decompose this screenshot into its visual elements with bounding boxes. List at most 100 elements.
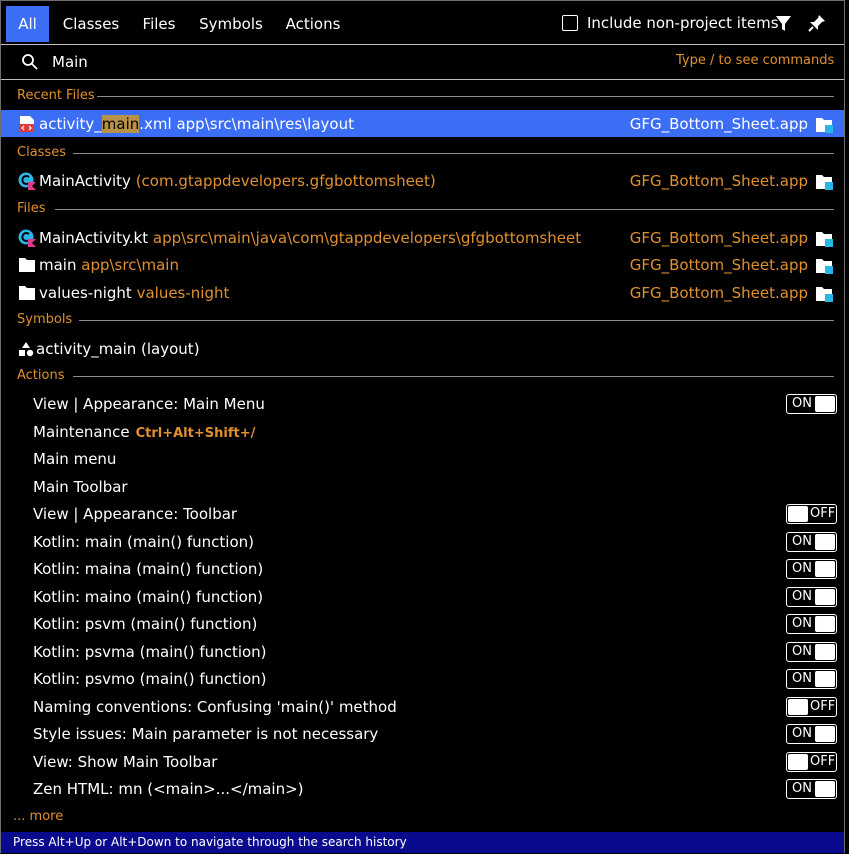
toggle-state: ON xyxy=(792,643,812,659)
file-result: MainActivity.kt app\src\main\java\com\gt… xyxy=(39,229,581,247)
class-name: MainActivity xyxy=(39,172,131,190)
action-row[interactable]: Main Toolbar xyxy=(1,474,844,501)
action-label-text: Maintenance xyxy=(33,422,130,441)
section-actions: Actions xyxy=(17,368,65,383)
action-toggle[interactable]: ON xyxy=(786,641,837,662)
search-input[interactable]: Main xyxy=(52,53,88,71)
project-label: GFG_Bottom_Sheet.app xyxy=(629,229,808,247)
include-non-project-checkbox[interactable] xyxy=(562,15,578,31)
tab-files[interactable]: Files xyxy=(135,6,183,42)
action-row[interactable]: View | Appearance: Toolbar OFF xyxy=(1,501,844,528)
action-label: Main Toolbar xyxy=(33,477,128,496)
action-toggle[interactable]: ON xyxy=(786,531,837,552)
class-row[interactable]: MainActivity (com.gtappdevelopers.gfgbot… xyxy=(1,167,844,194)
action-label: Naming conventions: Confusing 'main()' m… xyxy=(33,697,397,716)
section-divider xyxy=(73,153,834,154)
toggle-state: OFF xyxy=(810,698,836,714)
toggle-state: ON xyxy=(792,533,812,549)
action-toggle[interactable]: ON xyxy=(786,394,837,414)
tab-classes[interactable]: Classes xyxy=(55,6,127,42)
file-row[interactable]: MainActivity.kt app\src\main\java\com\gt… xyxy=(1,224,844,251)
action-label: Style issues: Main parameter is not nece… xyxy=(33,725,379,743)
action-row[interactable]: Kotlin: main (main() function) ON xyxy=(1,529,844,556)
file-row[interactable]: values-night values-night GFG_Bottom_She… xyxy=(1,279,844,306)
symbol-icon xyxy=(19,342,34,357)
action-row[interactable]: Style issues: Main parameter is not nece… xyxy=(1,721,844,748)
toggle-state: ON xyxy=(792,781,812,796)
toggle-knob xyxy=(815,396,835,412)
symbol-row[interactable]: activity_main (layout) xyxy=(1,335,844,362)
section-divider xyxy=(97,96,834,97)
action-label: Kotlin: psvm (main() function) xyxy=(33,615,258,633)
toggle-knob xyxy=(815,616,835,632)
action-label: Kotlin: main (main() function) xyxy=(33,532,254,551)
action-toggle[interactable]: OFF xyxy=(786,504,837,524)
symbol-name: activity_main (layout) xyxy=(36,340,200,358)
action-toggle[interactable]: OFF xyxy=(786,696,837,717)
action-row[interactable]: View: Show Main Toolbar OFF xyxy=(1,749,844,776)
action-row[interactable]: Zen HTML: mn (<main>...</main>) ON xyxy=(1,776,844,803)
xml-layout-file-icon xyxy=(19,116,34,132)
action-toggle[interactable]: ON xyxy=(786,559,837,579)
action-toggle[interactable]: ON xyxy=(786,724,837,744)
action-toggle[interactable]: ON xyxy=(786,586,837,607)
section-symbols: Symbols xyxy=(17,312,73,327)
action-label: View | Appearance: Toolbar xyxy=(33,505,238,523)
section-files: Files xyxy=(17,201,46,216)
action-label: View | Appearance: Main Menu xyxy=(33,395,265,413)
action-toggle[interactable]: OFF xyxy=(786,751,837,772)
folder-icon xyxy=(19,258,35,272)
action-toggle[interactable]: ON xyxy=(786,669,837,689)
toggle-state: ON xyxy=(792,671,812,686)
action-label: Zen HTML: mn (<main>...</main>) xyxy=(33,780,304,798)
section-divider xyxy=(79,320,834,321)
module-icon xyxy=(816,259,833,274)
filter-icon[interactable] xyxy=(775,15,792,32)
pin-icon[interactable] xyxy=(808,14,826,32)
tab-symbols[interactable]: Symbols xyxy=(193,6,269,42)
toggle-knob xyxy=(788,506,808,522)
section-divider xyxy=(73,376,834,377)
action-row[interactable]: Naming conventions: Confusing 'main()' m… xyxy=(1,694,844,721)
action-label: Maintenance Ctrl+Alt+Shift+/ xyxy=(33,423,255,441)
search-icon xyxy=(22,54,38,70)
module-icon xyxy=(816,118,833,133)
action-toggle[interactable]: ON xyxy=(786,614,837,634)
section-recent-files: Recent Files xyxy=(17,88,95,103)
action-row[interactable]: Kotlin: psvmo (main() function) ON xyxy=(1,666,844,693)
file-name-prefix: activity_ xyxy=(39,115,102,133)
toggle-knob xyxy=(815,671,835,687)
action-row[interactable]: Maintenance Ctrl+Alt+Shift+/ xyxy=(1,419,844,446)
file-name-rest: .xml app\src\main\res\layout xyxy=(139,115,354,133)
more-link[interactable]: ... more xyxy=(13,809,63,824)
file-path: app\src\main xyxy=(81,256,179,274)
toggle-knob xyxy=(815,533,835,550)
action-row[interactable]: Main menu xyxy=(1,446,844,473)
toggle-state: ON xyxy=(792,561,812,576)
status-bar: Press Alt+Up or Alt+Down to navigate thr… xyxy=(1,832,844,853)
recent-file-name: activity_main.xml app\src\main\res\layou… xyxy=(39,115,354,133)
toggle-state: OFF xyxy=(810,753,836,769)
action-label: View: Show Main Toolbar xyxy=(33,752,218,771)
action-row[interactable]: View | Appearance: Main Menu ON xyxy=(1,391,844,418)
status-text: Press Alt+Up or Alt+Down to navigate thr… xyxy=(13,835,407,849)
tab-all[interactable]: All xyxy=(6,6,49,42)
action-row[interactable]: Kotlin: psvm (main() function) ON xyxy=(1,611,844,638)
toggle-state: ON xyxy=(792,616,812,631)
include-non-project-label[interactable]: Include non-project items xyxy=(587,14,779,32)
action-row[interactable]: Kotlin: psvma (main() function) ON xyxy=(1,639,844,666)
action-toggle[interactable]: ON xyxy=(786,779,837,799)
match-highlight: main xyxy=(101,115,140,133)
project-label: GFG_Bottom_Sheet.app xyxy=(629,256,808,274)
kotlin-file-icon xyxy=(18,229,36,247)
project-label: GFG_Bottom_Sheet.app xyxy=(629,172,808,190)
file-row[interactable]: main app\src\main GFG_Bottom_Sheet.app xyxy=(1,251,844,278)
toggle-state: ON xyxy=(792,588,812,604)
kotlin-class-icon xyxy=(18,172,36,190)
section-divider xyxy=(55,209,834,210)
tab-actions[interactable]: Actions xyxy=(281,6,345,42)
action-row[interactable]: Kotlin: maina (main() function) ON xyxy=(1,556,844,583)
file-name: values-night xyxy=(39,284,132,302)
recent-file-row[interactable]: activity_main.xml app\src\main\res\layou… xyxy=(1,110,844,137)
action-row[interactable]: Kotlin: maino (main() function) ON xyxy=(1,584,844,611)
